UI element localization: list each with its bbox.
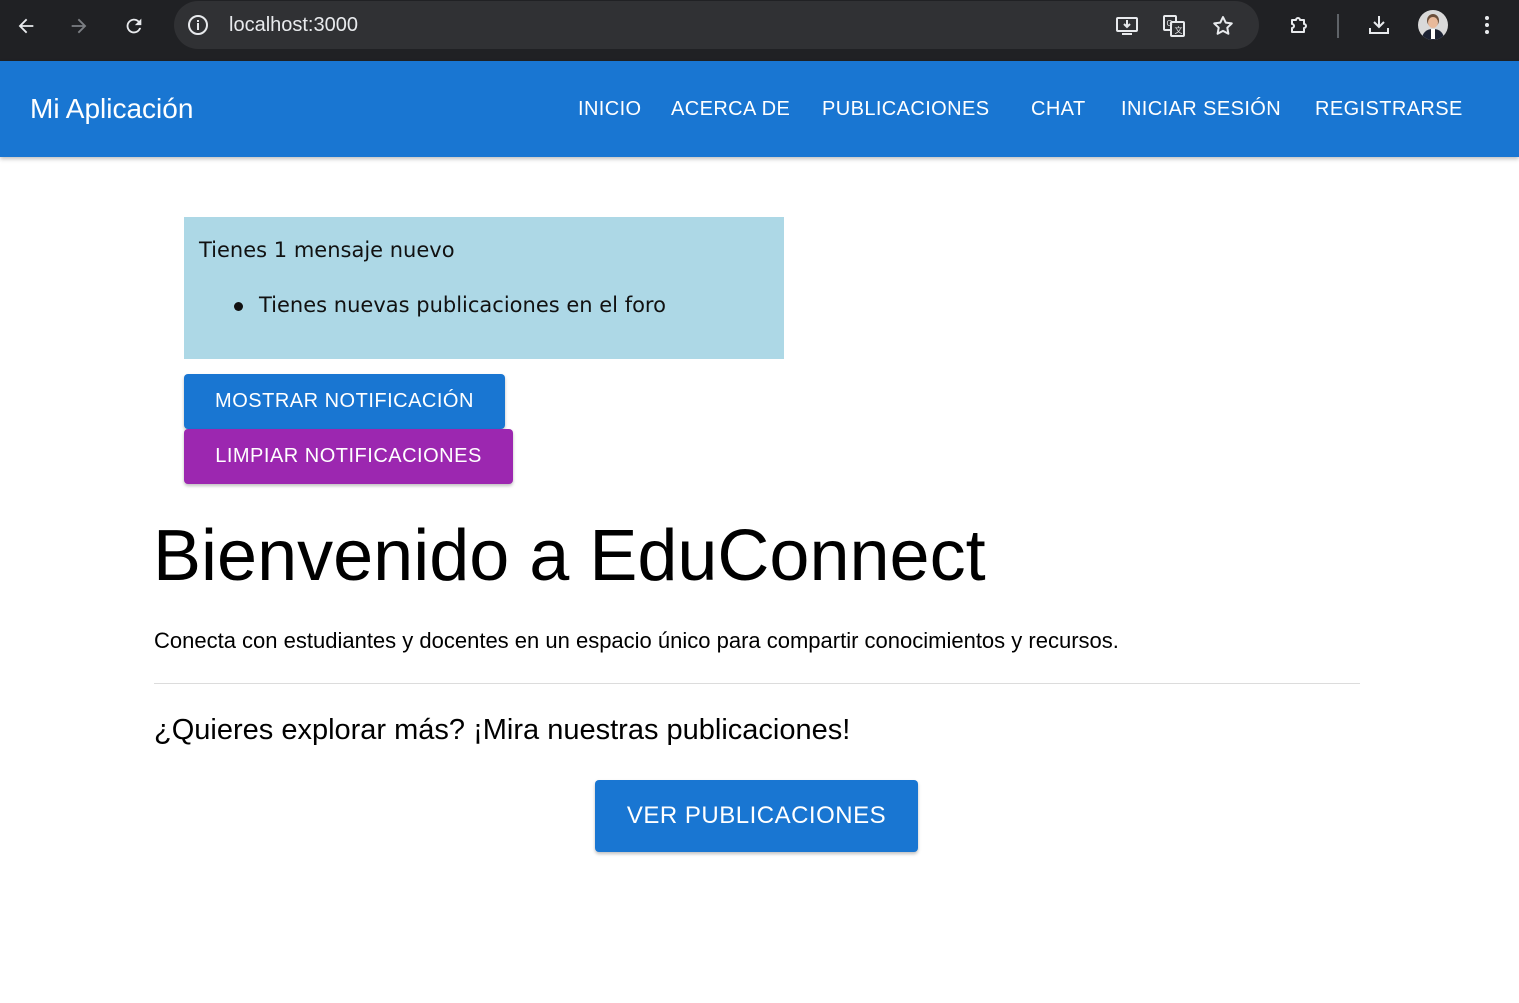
list-item: Tienes nuevas publicaciones en el foro xyxy=(234,293,666,317)
url-text[interactable]: localhost:3000 xyxy=(229,14,358,37)
star-icon xyxy=(1213,16,1233,35)
install-icon xyxy=(1116,17,1138,35)
svg-text:文: 文 xyxy=(1175,25,1183,35)
explore-heading: ¿Quieres explorar más? ¡Mira nuestras pu… xyxy=(154,714,851,746)
translate-button[interactable]: G文 xyxy=(1161,13,1187,39)
notification-panel: Tienes 1 mensaje nuevo Tienes nuevas pub… xyxy=(184,217,784,359)
nav-registrarse[interactable]: REGISTRARSE xyxy=(1315,98,1463,121)
notification-message: Tienes 1 mensaje nuevo xyxy=(199,238,455,262)
reload-icon xyxy=(126,18,142,34)
address-bar[interactable]: localhost:3000 G文 xyxy=(174,1,1259,49)
show-notification-button[interactable]: MOSTRAR NOTIFICACIÓN xyxy=(184,374,505,429)
forward-button[interactable] xyxy=(63,10,95,42)
notification-item-text: Tienes nuevas publicaciones en el foro xyxy=(259,293,666,317)
avatar-shirt xyxy=(1431,29,1435,39)
section-divider xyxy=(154,683,1360,684)
bullet-icon xyxy=(234,302,243,311)
browser-toolbar: localhost:3000 G文 xyxy=(0,0,1519,61)
arrow-left-icon xyxy=(18,18,34,34)
reload-button[interactable] xyxy=(118,10,150,42)
more-vertical-icon xyxy=(1485,16,1489,34)
extensions-button[interactable] xyxy=(1287,12,1313,38)
translate-icon: G文 xyxy=(1163,15,1185,37)
toolbar-divider xyxy=(1337,14,1339,38)
nav-publicaciones[interactable]: PUBLICACIONES xyxy=(822,98,989,121)
menu-button[interactable] xyxy=(1474,12,1500,38)
back-button[interactable] xyxy=(10,10,42,42)
app-brand[interactable]: Mi Aplicación xyxy=(30,93,193,125)
app-bar: Mi Aplicación INICIO ACERCA DE PUBLICACI… xyxy=(0,61,1519,157)
clear-notifications-button[interactable]: LIMPIAR NOTIFICACIONES xyxy=(184,429,513,484)
nav-iniciar-sesion[interactable]: INICIAR SESIÓN xyxy=(1121,98,1281,121)
download-icon xyxy=(1369,16,1389,34)
info-icon[interactable] xyxy=(186,13,210,37)
install-app-button[interactable] xyxy=(1114,13,1140,39)
nav-inicio[interactable]: INICIO xyxy=(578,98,642,121)
nav-acerca-de[interactable]: ACERCA DE xyxy=(671,98,790,121)
downloads-button[interactable] xyxy=(1366,12,1392,38)
notification-list: Tienes nuevas publicaciones en el foro xyxy=(234,293,666,317)
nav-chat[interactable]: CHAT xyxy=(1031,98,1086,121)
view-publications-button[interactable]: VER PUBLICACIONES xyxy=(595,780,918,852)
profile-avatar[interactable] xyxy=(1418,10,1448,40)
bookmark-button[interactable] xyxy=(1210,13,1236,39)
svg-text:G: G xyxy=(1167,19,1173,28)
page-subtitle: Conecta con estudiantes y docentes en un… xyxy=(154,628,1119,653)
avatar-face xyxy=(1428,17,1438,28)
page-title: Bienvenido a EduConnect xyxy=(153,516,986,596)
arrow-right-icon xyxy=(71,18,87,34)
puzzle-icon xyxy=(1291,17,1307,33)
